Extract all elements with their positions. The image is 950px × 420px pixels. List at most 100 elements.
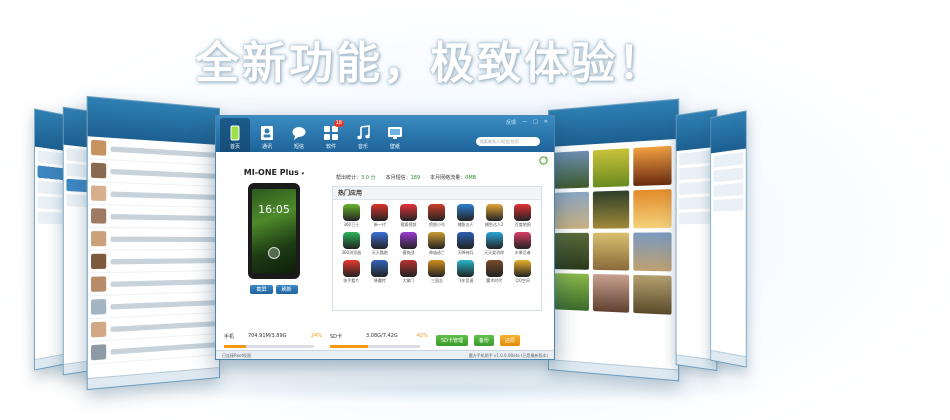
main-window: 首页 通讯 短信 软件 18 音乐 壁纸 反馈 — □ ✕ 搜索联系人/短信/应… [215, 115, 555, 360]
app-icon [343, 232, 360, 249]
nav-apps[interactable]: 软件 18 [316, 118, 346, 152]
app-tile[interactable]: 捕鱼达人 [451, 204, 480, 228]
app-tile[interactable]: 360卫士 [337, 204, 366, 228]
nav-sms[interactable]: 短信 [284, 118, 314, 152]
hot-apps-title: 热门应用 [333, 187, 541, 200]
nav-home[interactable]: 首页 [220, 118, 250, 152]
app-label: 降魔传 [374, 278, 386, 284]
app-tile[interactable]: 搜狐视频 [394, 204, 423, 228]
app-tile[interactable]: QQ空间 [508, 260, 537, 284]
app-icon [486, 204, 503, 221]
app-icon [457, 204, 474, 221]
nav-contacts-label: 通讯 [262, 143, 272, 150]
close-button[interactable]: ✕ [544, 119, 548, 126]
app-tile[interactable]: 植物战 [394, 232, 423, 256]
app-label: 快手看片 [343, 278, 359, 284]
app-tile[interactable]: 快手看片 [337, 260, 366, 284]
app-icon [457, 260, 474, 277]
sd-manage-button[interactable]: SD卡管理 [436, 335, 468, 346]
nav-contacts[interactable]: 通讯 [252, 118, 282, 152]
refresh-button[interactable]: 刷新 [276, 285, 298, 294]
app-label: 新一代 [374, 222, 386, 228]
phone-storage: 手机 704.91M/3.89G 24% [224, 333, 324, 348]
app-icon [371, 232, 388, 249]
app-label: 天降神兵 [458, 250, 474, 256]
app-tile[interactable]: 魔术时代 [480, 260, 509, 284]
maximize-button[interactable]: □ [533, 119, 538, 126]
app-label: 捕鱼达人 [458, 222, 474, 228]
app-tile[interactable]: 神庙逃亡 [423, 232, 452, 256]
stat-traffic: 本月网络流量：0MB [430, 174, 476, 181]
sd-storage: SD卡 3.08G/7.42G 42% [330, 333, 430, 348]
hot-apps-panel: 热门应用 360卫士 新一代 搜狐视频 愤怒小鸟 捕鱼达人 捕鱼达人2 百度地图 360浏览器… [332, 186, 542, 311]
sms-icon [291, 125, 307, 141]
app-label: 飞车竞速 [458, 278, 474, 284]
app-icon [343, 204, 360, 221]
app-tile[interactable]: 愤怒小鸟 [423, 204, 452, 228]
hot-apps-grid: 360卫士 新一代 搜狐视频 愤怒小鸟 捕鱼达人 捕鱼达人2 百度地图 360浏览器 天天酷跑 植… [333, 200, 541, 288]
nav-sms-label: 短信 [294, 143, 304, 150]
app-icon [343, 260, 360, 277]
app-icon [514, 204, 531, 221]
app-label: 植物战 [402, 250, 414, 256]
app-icon [371, 260, 388, 277]
app-tile[interactable]: 天天酷跑 [366, 232, 395, 256]
status-bar: 已连接Root权限 魔方手机助手 v1.0.0.0Beta (已是最新版本) [216, 350, 554, 359]
app-label: 魔术时代 [486, 278, 502, 284]
minimize-button[interactable]: — [522, 119, 527, 126]
app-icon [486, 232, 503, 249]
phone-icon [227, 125, 243, 141]
refresh-icon[interactable] [539, 156, 548, 165]
app-label: 三国志 [431, 278, 443, 284]
unlock-icon [268, 247, 280, 259]
app-tile[interactable]: 天天爱消除 [480, 232, 509, 256]
stat-sms: 本月短信：189 [386, 174, 421, 181]
stat-rating: 帮出统计：3.0 分 [336, 174, 376, 181]
contacts-icon [259, 125, 275, 141]
search-input[interactable]: 搜索联系人/短信/应用 [476, 137, 540, 146]
nav-wallpaper-label: 壁纸 [390, 143, 400, 150]
app-icon [400, 260, 417, 277]
floor-reflection [120, 372, 780, 404]
feedback-button[interactable]: 反馈 [506, 119, 516, 126]
headline: 全新功能，极致体验！ [195, 34, 715, 94]
nav-music-label: 音乐 [358, 143, 368, 150]
app-tile[interactable]: 新一代 [366, 204, 395, 228]
background-window-sms [87, 96, 220, 390]
window-controls: 反馈 — □ ✕ [506, 119, 548, 126]
app-tile[interactable]: 大掌门 [394, 260, 423, 284]
app-tile[interactable]: 捕鱼达人2 [480, 204, 509, 228]
app-icon [428, 260, 445, 277]
app-icon [400, 232, 417, 249]
title-bar: 首页 通讯 短信 软件 18 音乐 壁纸 反馈 — □ ✕ 搜索联系人/短信/应… [216, 116, 554, 152]
nav-wallpaper[interactable]: 壁纸 [380, 118, 410, 152]
sd-storage-bar [330, 345, 420, 348]
app-tile[interactable]: 百度地图 [508, 204, 537, 228]
backup-button[interactable]: 备份 [474, 335, 494, 346]
device-name-text: MI-ONE Plus [244, 168, 299, 177]
phone-preview: 16:05 [248, 183, 300, 279]
nav-music[interactable]: 音乐 [348, 118, 378, 152]
stats-row: 帮出统计：3.0 分 本月短信：189 本月网络流量：0MB [336, 174, 476, 181]
app-tile[interactable]: 天降神兵 [451, 232, 480, 256]
screenshot-button[interactable]: 截屏 [250, 285, 272, 294]
app-tile[interactable]: 三国志 [423, 260, 452, 284]
app-label: 水果忍者 [515, 250, 531, 256]
app-icon [428, 232, 445, 249]
app-label: 神庙逃亡 [429, 250, 445, 256]
app-tile[interactable]: 飞车竞速 [451, 260, 480, 284]
music-icon [355, 125, 371, 141]
nav-home-label: 首页 [230, 143, 240, 150]
wallpaper-icon [387, 125, 403, 141]
device-name[interactable]: MI-ONE Plus ▾ [224, 168, 324, 177]
phone-screen: 16:05 [252, 189, 296, 273]
app-icon [486, 260, 503, 277]
app-tile[interactable]: 降魔传 [366, 260, 395, 284]
chevron-down-icon: ▾ [302, 171, 305, 177]
app-icon [514, 260, 531, 277]
restore-button[interactable]: 还原 [500, 335, 520, 346]
app-tile[interactable]: 360浏览器 [337, 232, 366, 256]
status-left: 已连接Root权限 [222, 351, 251, 359]
sd-storage-fill [330, 345, 368, 348]
app-tile[interactable]: 水果忍者 [508, 232, 537, 256]
